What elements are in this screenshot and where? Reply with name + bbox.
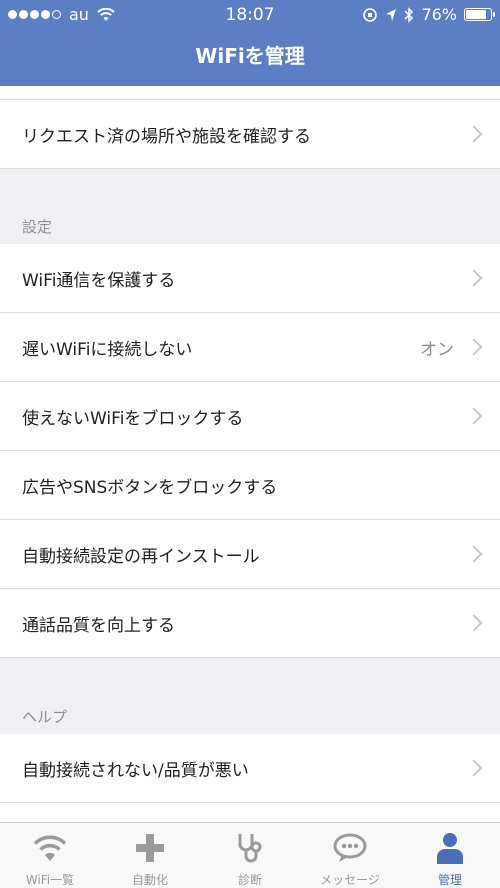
chat-bubble-icon <box>333 833 367 862</box>
row-label: 広告やSNSボタンをブロックする <box>22 477 278 498</box>
stethoscope-icon <box>238 834 262 863</box>
battery-icon <box>464 8 495 21</box>
tab-bar: WiFi一覧 自動化 診断 メッセージ 管理 <box>0 822 500 888</box>
row-label: 使えないWiFiをブロックする <box>22 408 244 429</box>
list-item-avoid-slow-wifi[interactable]: 遅いWiFiに接続しない オン <box>0 313 500 382</box>
header: au 18:07 76% WiFiを管理 <box>0 0 500 86</box>
row-label: WiFi通信を保護する <box>22 270 176 291</box>
row-value: オン <box>420 339 454 360</box>
battery-percentage: 76% <box>421 5 457 24</box>
list-item-protect-wifi[interactable]: WiFi通信を保護する <box>0 244 500 313</box>
list-item-improve-call-quality[interactable]: 通話品質を向上する <box>0 589 500 658</box>
person-icon <box>437 833 463 864</box>
bluetooth-icon <box>404 6 414 23</box>
status-right: 76% <box>362 5 495 24</box>
list-item-block-unusable-wifi[interactable]: 使えないWiFiをブロックする <box>0 382 500 451</box>
section-header-settings: 設定 <box>22 218 53 236</box>
chevron-right-icon <box>465 759 483 777</box>
chevron-right-icon <box>465 269 483 287</box>
tab-label: 自動化 <box>131 873 168 887</box>
list-item-requested-places[interactable]: リクエスト済の場所や施設を確認する <box>0 100 500 169</box>
battery-level <box>466 10 486 19</box>
row-label: 遅いWiFiに接続しない <box>22 339 193 360</box>
tab-automation[interactable]: 自動化 <box>100 823 200 888</box>
wifi-icon <box>33 835 67 861</box>
tab-manage[interactable]: 管理 <box>400 823 500 888</box>
chevron-right-icon <box>465 545 483 563</box>
tab-label: WiFi一覧 <box>25 873 75 887</box>
chevron-right-icon <box>465 125 483 143</box>
tab-diagnosis[interactable]: 診断 <box>200 823 300 888</box>
row-label: 自動接続設定の再インストール <box>22 546 260 567</box>
row-label: 自動接続されない/品質が悪い <box>22 760 249 781</box>
row-label: リクエスト済の場所や施設を確認する <box>22 126 311 147</box>
chevron-right-icon <box>465 407 483 425</box>
list-item-block-ads-sns[interactable]: 広告やSNSボタンをブロックする <box>0 451 500 520</box>
list-item-partial[interactable] <box>0 803 500 822</box>
tab-label: 管理 <box>437 873 462 887</box>
orientation-lock-icon <box>363 7 378 22</box>
tab-label: メッセージ <box>320 873 380 887</box>
tab-label: 診断 <box>237 873 262 887</box>
chevron-right-icon <box>465 338 483 356</box>
previous-row-stub <box>0 86 500 100</box>
location-arrow-icon <box>386 8 397 21</box>
section-header-help: ヘルプ <box>22 708 68 726</box>
page-title: WiFiを管理 <box>195 44 305 68</box>
row-label: 通話品質を向上する <box>22 615 175 636</box>
status-bar: au 18:07 76% <box>0 0 500 30</box>
tab-messages[interactable]: メッセージ <box>300 823 400 888</box>
list-item-autoconnect-help[interactable]: 自動接続されない/品質が悪い <box>0 734 500 803</box>
plus-icon <box>136 834 164 862</box>
tab-wifi-list[interactable]: WiFi一覧 <box>0 823 100 888</box>
settings-list: リクエスト済の場所や施設を確認する 設定 WiFi通信を保護する 遅いWiFiに… <box>0 86 500 822</box>
chevron-right-icon <box>465 614 483 632</box>
list-item-reinstall-autoconnect[interactable]: 自動接続設定の再インストール <box>0 520 500 589</box>
